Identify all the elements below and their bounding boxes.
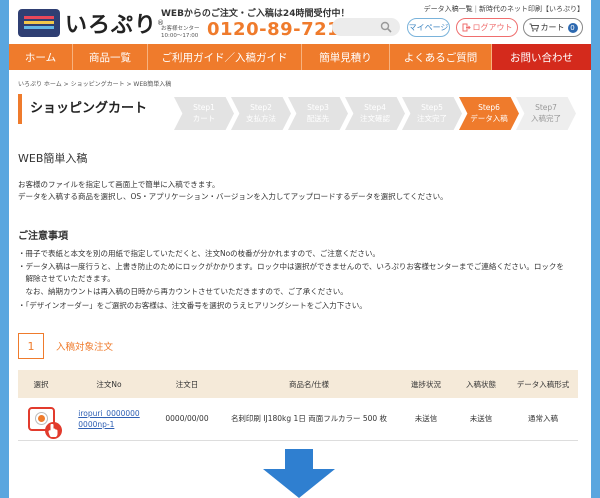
main-content: WEB簡単入稿 お客様のファイルを指定して画面上で簡単に入稿できます。 データを… — [18, 150, 579, 313]
section-heading: WEB簡単入稿 — [18, 152, 88, 165]
phone-number[interactable]: 0120-89-7216 — [207, 20, 353, 40]
page-frame: いろぷり ® WEBからのご注文・ご入稿は24時間受付中！ お客様センター 10:… — [9, 0, 591, 498]
logo-mark-icon — [18, 9, 60, 37]
section-target-orders: 1 入稿対象注文 — [18, 333, 113, 359]
orders-table: 選択 注文No 注文日 商品名/仕様 進捗状況 入稿状態 データ入稿形式 iro… — [18, 370, 578, 441]
col-product: 商品名/仕様 — [220, 370, 398, 398]
order-date-cell: 0000/00/00 — [154, 398, 220, 441]
col-order-date: 注文日 — [154, 370, 220, 398]
select-radio[interactable] — [34, 412, 48, 426]
main-nav: ホーム 商品一覧 ご利用ガイド／入稿ガイド 簡単見積り よくあるご質問 お問い合… — [9, 44, 591, 70]
search-icon[interactable] — [380, 21, 392, 33]
order-no-cell: iropuri_0000000 0000np-1 — [64, 398, 154, 441]
checkout-steps: Step1 カート Step2 支払方法 Step3 配送先 Step4 注文確認 St… — [174, 97, 586, 130]
notes-list: ・冊子で表紙と本文を別の用紙で指定していただくと、注文Noの枝番が分かれますので… — [18, 248, 579, 312]
step-1: Step1 カート — [174, 97, 234, 130]
note-item: 解除させていただきます。 — [18, 274, 115, 283]
description: お客様のファイルを指定して画面上で簡単に入稿できます。 データを入稿する商品を選… — [18, 180, 448, 201]
logout-button[interactable]: ログアウト — [456, 18, 518, 37]
nav-estimate[interactable]: 簡単見積り — [302, 44, 390, 70]
table-header-row: 選択 注文No 注文日 商品名/仕様 進捗状況 入稿状態 データ入稿形式 — [18, 370, 578, 398]
cart-icon — [529, 23, 539, 32]
mypage-button[interactable]: マイページ — [407, 18, 450, 37]
col-upload-format: データ入稿形式 — [508, 370, 578, 398]
upload-status-cell: 未送信 — [454, 398, 508, 441]
data-upload-list-link[interactable]: データ入稿一覧 — [424, 5, 473, 13]
upload-format-cell: 通常入稿 — [508, 398, 578, 441]
note-item: なお、納期カウントは再入稿の日時から再カウントさせていただきますので、ご了承くだ… — [18, 286, 348, 296]
logout-icon — [462, 23, 471, 32]
order-headline: WEBからのご注文・ご入稿は24時間受付中！ — [161, 9, 350, 19]
nav-guide[interactable]: ご利用ガイド／入稿ガイド — [148, 44, 302, 70]
nav-contact[interactable]: お問い合わせ — [492, 44, 591, 70]
nav-products[interactable]: 商品一覧 — [73, 44, 148, 70]
section-number: 1 — [18, 333, 44, 359]
col-upload-status: 入稿状態 — [454, 370, 508, 398]
page-title: ショッピングカート — [30, 101, 148, 116]
step-7: Step7 入稿完了 — [516, 97, 576, 130]
product-cell: 名刺印刷 IJ180kg 1日 両面フルカラー 500 枚 — [220, 398, 398, 441]
step-2: Step2 支払方法 — [231, 97, 291, 130]
step-5: Step5 注文完了 — [402, 97, 462, 130]
section-title: 入稿対象注文 — [56, 342, 114, 353]
top-links: データ入稿一覧 | 新時代のネット印刷【いろぷり】 — [423, 5, 584, 13]
customer-center-label: お客様センター 10:00〜17:00 — [161, 26, 200, 39]
notes-heading: ご注意事項 — [18, 231, 68, 242]
note-item: ・「デザインオーダー」をご選択のお客様は、注文番号を選択のうえヒアリングシートを… — [18, 301, 367, 310]
col-select: 選択 — [18, 370, 64, 398]
step-6-current: Step6 データ入稿 — [459, 97, 519, 130]
nav-home[interactable]: ホーム — [9, 44, 73, 70]
note-item: ・データ入稿は一度行うと、上書き防止のためにロックがかかります。ロック中は選択が… — [18, 261, 564, 271]
tagline-link[interactable]: 新時代のネット印刷【いろぷり】 — [479, 5, 584, 13]
site-header: いろぷり ® WEBからのご注文・ご入稿は24時間受付中！ お客様センター 10:… — [9, 0, 591, 44]
cart-button[interactable]: カート 0 — [523, 18, 583, 37]
col-progress: 進捗状況 — [398, 370, 454, 398]
progress-cell: 未送信 — [398, 398, 454, 441]
note-item: ・冊子で表紙と本文を別の用紙で指定していただくと、注文Noの枝番が分かれますので… — [18, 249, 380, 258]
logo-text: いろぷり — [65, 13, 158, 38]
page-title-bar: ショッピングカート — [18, 94, 178, 124]
order-info: WEBからのご注文・ご入稿は24時間受付中！ お客様センター 10:00〜17:… — [161, 6, 353, 40]
pointer-hand-icon — [44, 421, 62, 439]
select-cell — [18, 398, 64, 441]
table-row[interactable]: iropuri_0000000 0000np-1 0000/00/00 名刺印刷 … — [18, 398, 578, 441]
step-3: Step3 配送先 — [288, 97, 348, 130]
breadcrumb: いろぷり ホーム > ショッピングカート > WEB簡単入稿 — [18, 81, 172, 88]
order-no-link[interactable]: iropuri_0000000 0000np-1 — [78, 408, 139, 430]
nav-faq[interactable]: よくあるご質問 — [390, 44, 492, 70]
step-4: Step4 注文確認 — [345, 97, 405, 130]
down-arrow-icon — [263, 449, 335, 498]
site-logo[interactable]: いろぷり ® — [18, 7, 164, 39]
cart-count-badge: 0 — [567, 22, 578, 33]
col-order-no: 注文No — [64, 370, 154, 398]
select-radio-highlight[interactable] — [27, 406, 62, 439]
